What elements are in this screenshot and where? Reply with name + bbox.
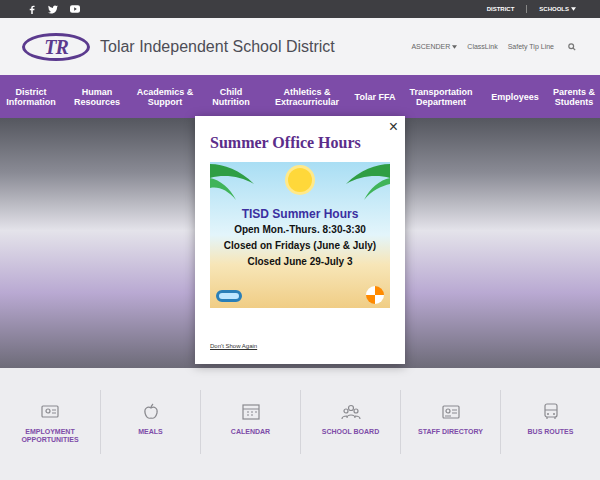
top-link[interactable]: DISTRICT bbox=[487, 5, 515, 13]
header-link-label[interactable]: Safety Tip Line bbox=[508, 42, 554, 51]
nav-item[interactable]: Child Nutrition bbox=[201, 87, 261, 107]
palm-leaf-icon bbox=[344, 162, 390, 202]
modal-title: Summer Office Hours bbox=[210, 133, 390, 153]
calendar-icon[interactable] bbox=[241, 402, 261, 422]
nav-item[interactable]: Athletics & Extracurricular bbox=[266, 87, 348, 107]
quick-link-label[interactable]: EMPLOYMENT OPPORTUNITIES bbox=[4, 428, 96, 444]
sun-icon bbox=[288, 168, 312, 192]
banner-lines: Open Mon.-Thurs. 8:30-3:30Closed on Frid… bbox=[224, 222, 376, 270]
caret-icon[interactable] bbox=[452, 45, 457, 49]
banner-heading: TISD Summer Hours bbox=[242, 206, 359, 222]
nav-item[interactable]: Academics & Support bbox=[134, 87, 196, 107]
banner-line: Open Mon.-Thurs. 8:30-3:30 bbox=[234, 222, 366, 238]
header-link[interactable]: Safety Tip Line bbox=[508, 42, 554, 51]
nav-item[interactable]: Tolar FFA bbox=[353, 92, 397, 102]
logo-text[interactable]: TR bbox=[44, 37, 68, 57]
quick-link[interactable]: BUS ROUTES bbox=[500, 390, 600, 454]
quick-link-label[interactable]: MEALS bbox=[138, 428, 163, 436]
site-title[interactable]: Tolar Independent School District bbox=[100, 35, 335, 59]
people-icon[interactable] bbox=[341, 402, 361, 422]
quick-link-label[interactable]: CALENDAR bbox=[231, 428, 270, 436]
beach-ball-icon bbox=[366, 286, 384, 304]
summer-banner: TISD Summer Hours Open Mon.-Thurs. 8:30-… bbox=[210, 162, 390, 308]
logo[interactable]: TR bbox=[22, 33, 90, 61]
nav-item[interactable]: Transportation Department bbox=[402, 87, 480, 107]
header-link-label[interactable]: ASCENDER bbox=[411, 42, 450, 51]
header-link-label[interactable]: ClassLink bbox=[467, 42, 497, 51]
top-links: DISTRICT SCHOOLS bbox=[487, 5, 576, 13]
close-button[interactable]: × bbox=[389, 117, 398, 137]
youtube-icon[interactable] bbox=[70, 5, 80, 13]
apple-icon[interactable] bbox=[141, 402, 161, 422]
quick-link[interactable]: EMPLOYMENT OPPORTUNITIES bbox=[0, 390, 100, 454]
header-link[interactable]: ASCENDER bbox=[411, 42, 457, 51]
top-link-label[interactable]: DISTRICT bbox=[487, 5, 515, 13]
quick-links: EMPLOYMENT OPPORTUNITIES MEALS CALENDAR SCH… bbox=[0, 368, 600, 480]
twitter-icon[interactable] bbox=[48, 5, 58, 14]
briefcase-icon[interactable] bbox=[40, 402, 60, 422]
quick-link[interactable]: SCHOOL BOARD bbox=[300, 390, 400, 454]
header: TR Tolar Independent School District ASC… bbox=[0, 18, 600, 75]
search-icon[interactable] bbox=[568, 43, 576, 51]
quick-link-label[interactable]: SCHOOL BOARD bbox=[322, 428, 379, 436]
quick-link[interactable]: CALENDAR bbox=[200, 390, 300, 454]
top-link[interactable]: SCHOOLS bbox=[526, 5, 576, 13]
summer-hours-modal: × Summer Office Hours TISD Summer Hours … bbox=[195, 116, 405, 364]
main-nav: District InformationHuman ResourcesAcade… bbox=[0, 75, 600, 118]
dont-show-again-link[interactable]: Don't Show Again bbox=[210, 342, 390, 350]
header-links: ASCENDER ClassLink Safety Tip Line bbox=[411, 42, 554, 51]
nav-item[interactable]: Parents & Students bbox=[550, 87, 598, 107]
bus-icon[interactable] bbox=[541, 402, 561, 422]
goggles-icon bbox=[216, 290, 242, 302]
nav-item[interactable]: Human Resources bbox=[65, 87, 129, 107]
caret-icon[interactable] bbox=[571, 7, 576, 11]
quick-link[interactable]: STAFF DIRECTORY bbox=[400, 390, 500, 454]
quick-link-label[interactable]: STAFF DIRECTORY bbox=[418, 428, 483, 436]
nav-item[interactable]: Employees bbox=[485, 92, 545, 102]
top-link-label[interactable]: SCHOOLS bbox=[539, 5, 569, 13]
quick-link-label[interactable]: BUS ROUTES bbox=[528, 428, 574, 436]
palm-leaf-icon bbox=[210, 162, 256, 202]
nav-item[interactable]: District Information bbox=[2, 87, 60, 107]
facebook-icon[interactable] bbox=[28, 5, 36, 14]
id-card-icon[interactable] bbox=[441, 402, 461, 422]
banner-line: Closed on Fridays (June & July) bbox=[224, 238, 376, 254]
header-link[interactable]: ClassLink bbox=[467, 42, 497, 51]
top-bar: DISTRICT SCHOOLS bbox=[0, 0, 600, 18]
quick-link[interactable]: MEALS bbox=[100, 390, 200, 454]
banner-line: Closed June 29-July 3 bbox=[247, 254, 352, 270]
